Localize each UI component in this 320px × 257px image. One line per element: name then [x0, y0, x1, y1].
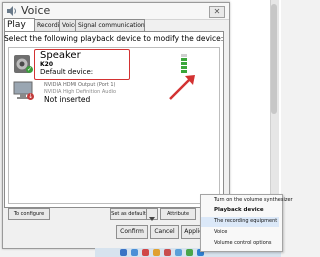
instruction-text: Select the following playback device to … [4, 34, 224, 43]
tray-antivirus-icon[interactable] [142, 249, 149, 256]
tray-security-icon[interactable] [164, 249, 171, 256]
tray-network-icon[interactable] [120, 249, 127, 256]
scrollbar-thumb[interactable] [271, 4, 277, 114]
menu-item-playback-device[interactable]: Playback device [214, 207, 264, 213]
tray-update-icon[interactable] [153, 249, 160, 256]
set-default-dropdown[interactable] [146, 208, 158, 221]
configure-button[interactable]: To configure [8, 208, 50, 220]
window-title: Voice [21, 4, 51, 17]
device-status: Default device: [40, 68, 94, 76]
device-model: K20 [40, 61, 53, 68]
tray-messenger-icon[interactable] [186, 249, 193, 256]
secondary-device-name[interactable]: NVIDIA HDMI Output (Port 1) [44, 82, 116, 88]
tab-signal-communication[interactable]: Signal communication [75, 19, 145, 31]
menu-item-voice[interactable]: Voice [214, 229, 227, 235]
menu-item-volume-synthesizer[interactable]: Turn on the volume synthesizer [214, 197, 293, 203]
title-bar: Voice ✕ [3, 3, 229, 20]
device-name[interactable]: Speaker [40, 50, 81, 61]
tray-app-icon[interactable] [131, 249, 138, 256]
tab-play[interactable]: Play [4, 18, 35, 31]
screen: Voice ✕ Play Recording Voice Signal comm… [0, 0, 293, 257]
speaker-icon [7, 6, 16, 16]
cancel-button[interactable]: Cancel [150, 225, 179, 239]
set-default-button[interactable]: Set as default [110, 208, 147, 220]
attribute-button[interactable]: Attribute [160, 208, 196, 220]
default-check-icon: ✓ [26, 66, 33, 73]
chevron-down-icon [149, 217, 155, 221]
menu-item-volume-control-options[interactable]: Volume control options [214, 240, 272, 246]
confirm-button[interactable]: Confirm [116, 225, 148, 239]
unplugged-icon: ↓ [27, 93, 34, 100]
close-button[interactable]: ✕ [209, 6, 225, 18]
tray-display-icon[interactable] [175, 249, 182, 256]
secondary-device-status: Not inserted [44, 95, 91, 104]
menu-item-recording-equipment[interactable]: The recording equipment [214, 218, 277, 224]
pointer-arrow-icon [169, 75, 195, 100]
